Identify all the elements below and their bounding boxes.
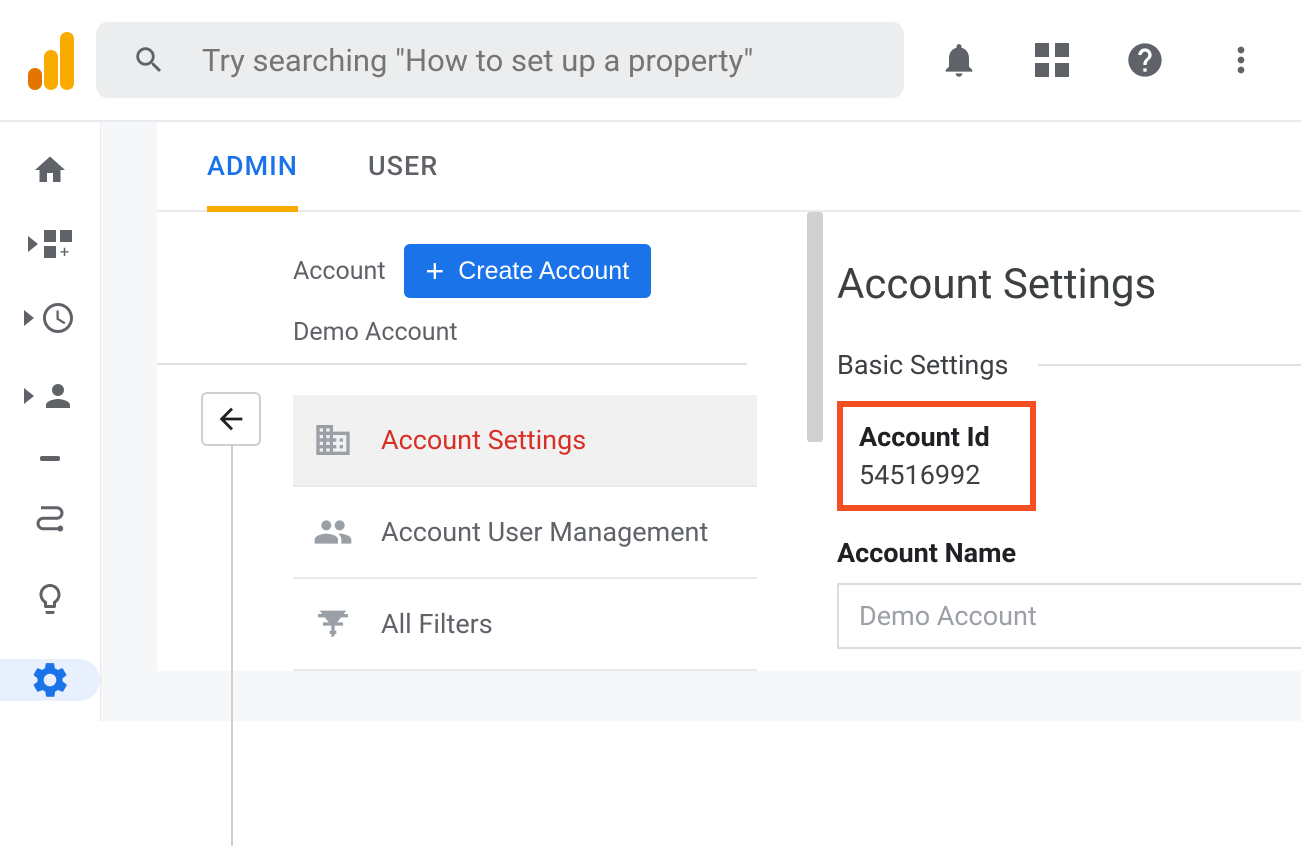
nav-discover[interactable] (15, 581, 85, 617)
apps-icon[interactable] (1035, 43, 1069, 77)
search-placeholder: Try searching "How to set up a property" (202, 42, 753, 79)
account-id-highlight: Account Id 54516992 (837, 401, 1036, 511)
menu-user-management-label: Account User Management (381, 516, 708, 548)
lightbulb-icon (32, 581, 68, 617)
menu-account-settings-label: Account Settings (381, 424, 586, 456)
account-column: Account + Create Account Demo Account Ac… (157, 212, 797, 671)
analytics-logo (28, 30, 76, 90)
home-icon (32, 152, 68, 188)
account-id-label: Account Id (859, 421, 990, 453)
create-account-button[interactable]: + Create Account (404, 244, 652, 298)
help-icon[interactable] (1125, 40, 1165, 80)
menu-account-settings[interactable]: Account Settings (293, 395, 757, 487)
notifications-icon[interactable] (939, 40, 979, 80)
account-id-value: 54516992 (859, 459, 990, 491)
more-vert-icon[interactable] (1221, 40, 1261, 80)
gear-icon (29, 659, 71, 701)
back-arrow-icon (214, 402, 248, 436)
account-name-input[interactable]: Demo Account (837, 583, 1301, 649)
person-icon (40, 378, 76, 414)
left-nav-rail: + (0, 122, 101, 721)
building-icon (313, 420, 353, 460)
nav-attribution[interactable] (15, 503, 85, 539)
nav-realtime[interactable] (15, 300, 85, 336)
search-input[interactable]: Try searching "How to set up a property" (96, 22, 904, 98)
divider (1038, 364, 1301, 366)
tree-line (231, 446, 233, 846)
dash-icon (40, 456, 60, 461)
create-account-label: Create Account (458, 257, 629, 286)
account-name-value: Demo Account (859, 600, 1037, 632)
nav-collapse[interactable] (15, 456, 85, 461)
back-button[interactable] (201, 392, 261, 446)
nav-home[interactable] (15, 152, 85, 188)
header-actions (939, 40, 1281, 80)
path-icon (32, 503, 68, 539)
menu-user-management[interactable]: Account User Management (293, 487, 757, 579)
people-icon (313, 512, 353, 552)
chevron-right-icon (24, 388, 34, 404)
scrollbar-track[interactable] (807, 212, 823, 442)
chevron-right-icon (28, 236, 38, 252)
chevron-right-icon (24, 310, 34, 326)
nav-admin[interactable] (0, 659, 100, 701)
admin-content: Account + Create Account Demo Account Ac… (157, 212, 1301, 671)
menu-all-filters-label: All Filters (381, 608, 493, 640)
nav-reports[interactable]: + (15, 230, 85, 258)
nav-audience[interactable] (15, 378, 85, 414)
filter-icon (313, 604, 353, 644)
dashboard-icon: + (44, 230, 72, 258)
app-header: Try searching "How to set up a property" (0, 0, 1301, 122)
basic-settings-heading: Basic Settings (837, 349, 1008, 381)
plus-icon: + (426, 253, 445, 290)
settings-title: Account Settings (837, 260, 1301, 309)
menu-all-filters[interactable]: All Filters (293, 579, 757, 671)
tab-user[interactable]: USER (368, 150, 438, 210)
account-name-label: Account Name (837, 537, 1301, 569)
main-content: ADMIN USER Account + Create Account Dem (101, 122, 1301, 721)
tab-admin[interactable]: ADMIN (207, 150, 298, 212)
settings-panel: Account Settings Basic Settings Account … (797, 212, 1301, 671)
admin-tabs: ADMIN USER (157, 122, 1301, 212)
account-selector[interactable]: Demo Account (157, 318, 747, 365)
account-column-label: Account (293, 257, 386, 286)
search-icon (132, 43, 166, 77)
clock-icon (40, 300, 76, 336)
